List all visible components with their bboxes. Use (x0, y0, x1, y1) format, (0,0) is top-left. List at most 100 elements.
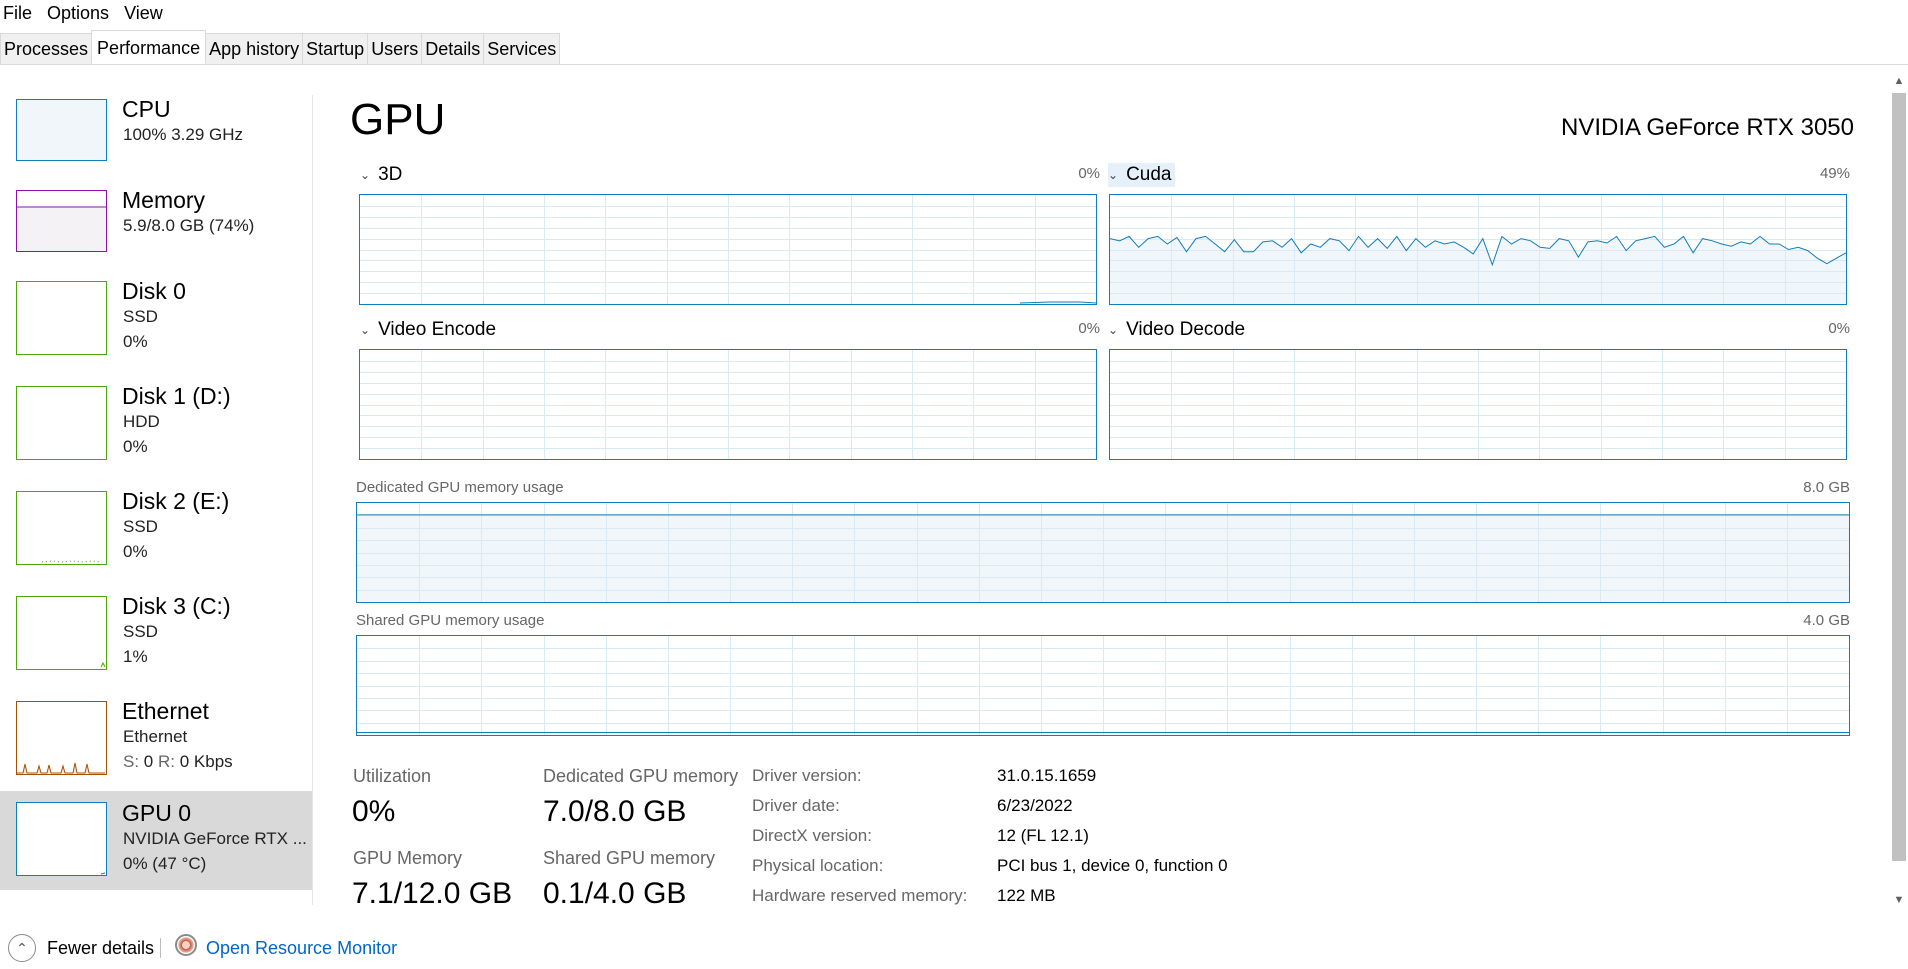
sidebar-item-title: Disk 0 (122, 278, 186, 304)
engine-name: Video Encode (378, 319, 497, 340)
engine-graph-video-decode (1109, 349, 1847, 460)
hardware-reserved-memory-value: 122 MB (997, 886, 1056, 905)
sidebar-item-title: Disk 1 (D:) (122, 383, 231, 409)
dedicated-memory-usage-label: Dedicated GPU memory usage (356, 479, 564, 496)
sidebar-item-disk-2[interactable]: Disk 2 (E:) SSD 0% (0, 487, 312, 593)
menu-view[interactable]: View (121, 0, 168, 27)
sidebar-item-detail: 100% 3.29 GHz (123, 125, 244, 144)
dedicated-gpu-memory-label: Dedicated GPU memory (543, 766, 739, 786)
tab-users[interactable]: Users (367, 33, 423, 64)
directx-version-label: DirectX version: (752, 826, 872, 845)
resource-sidebar: CPU 100% 3.29 GHz Memory 5.9/8.0 GB (74%… (0, 95, 312, 905)
ethernet-thumbnail-graph (16, 701, 107, 775)
sidebar-item-title: GPU 0 (122, 800, 192, 826)
gpu-memory-value: 7.1/12.0 GB (352, 877, 513, 910)
driver-date-label: Driver date: (752, 796, 840, 815)
engine-selector-cuda[interactable]: ⌄ Cuda (1108, 163, 1176, 187)
chevron-up-icon[interactable]: ⌃ (8, 934, 36, 962)
shared-memory-graph (356, 635, 1850, 736)
send-value: 0 (143, 752, 154, 771)
menu-file[interactable]: File (0, 0, 37, 27)
sidebar-item-title: Ethernet (122, 698, 209, 724)
scrollbar-thumb[interactable] (1892, 93, 1906, 861)
disk-3-thumbnail-graph (16, 596, 107, 670)
receive-label: R: (158, 752, 175, 771)
engine-percent-3d: 0% (1078, 165, 1100, 182)
sidebar-item-detail: NVIDIA GeForce RTX ... (123, 829, 307, 848)
tab-performance[interactable]: Performance (91, 30, 207, 63)
gpu-model-name: NVIDIA GeForce RTX 3050 (1560, 114, 1854, 141)
receive-value: 0 Kbps (179, 752, 233, 771)
cpu-thumbnail-graph (16, 99, 107, 161)
sidebar-item-title: Disk 3 (C:) (122, 593, 231, 619)
sidebar-item-disk-0[interactable]: Disk 0 SSD 0% (0, 277, 312, 383)
hardware-reserved-memory-label: Hardware reserved memory: (752, 886, 968, 905)
resource-monitor-icon[interactable] (175, 934, 197, 956)
sidebar-item-usage: 0% (123, 332, 148, 351)
sidebar-item-detail: 5.9/8.0 GB (74%) (123, 216, 255, 235)
sidebar-item-ethernet[interactable]: Ethernet Ethernet S: 0 R: 0 Kbps (0, 697, 312, 803)
shared-gpu-memory-label: Shared GPU memory (543, 848, 716, 868)
directx-version-value: 12 (FL 12.1) (997, 826, 1089, 845)
sidebar-item-throughput: S: 0 R: 0 Kbps (123, 751, 233, 773)
gpu-0-thumbnail-graph (16, 802, 107, 876)
sidebar-item-detail: SSD (123, 622, 158, 641)
page-title: GPU (350, 95, 446, 144)
physical-location-value: PCI bus 1, device 0, function 0 (997, 856, 1228, 875)
tab-app-history[interactable]: App history (205, 33, 304, 64)
disk-1-thumbnail-graph (16, 386, 107, 460)
sidebar-item-title: Disk 2 (E:) (122, 488, 230, 514)
utilization-value: 0% (352, 795, 396, 828)
sidebar-item-usage: 0% (123, 542, 148, 561)
driver-version-label: Driver version: (752, 766, 862, 785)
chevron-down-icon: ⌄ (360, 323, 371, 337)
engine-percent-video-encode: 0% (1078, 320, 1100, 337)
driver-date-value: 6/23/2022 (997, 796, 1073, 815)
sidebar-item-usage: 0% (123, 437, 148, 456)
dedicated-gpu-memory-value: 7.0/8.0 GB (543, 795, 687, 828)
physical-location-label: Physical location: (752, 856, 884, 875)
engine-name: Cuda (1126, 164, 1172, 185)
engine-graph-video-encode (359, 349, 1097, 460)
vertical-scrollbar[interactable]: ▲ ▼ (1890, 73, 1908, 909)
engine-selector-3d[interactable]: ⌄ 3D (360, 163, 402, 187)
footer-divider (160, 938, 161, 958)
tab-services[interactable]: Services (483, 33, 561, 64)
sidebar-divider (312, 95, 313, 905)
chevron-down-icon: ⌄ (1108, 323, 1119, 337)
shared-memory-max: 4.0 GB (1803, 612, 1850, 629)
send-label: S: (123, 752, 140, 771)
sidebar-item-usage: 0% (47 °C) (123, 854, 207, 873)
utilization-label: Utilization (353, 766, 432, 786)
sidebar-item-detail: HDD (123, 412, 160, 431)
engine-percent-cuda: 49% (1819, 165, 1850, 182)
tab-details[interactable]: Details (421, 33, 485, 64)
3d-usage-line (1019, 301, 1096, 304)
fewer-details-link[interactable]: Fewer details (47, 937, 154, 959)
dedicated-memory-max: 8.0 GB (1803, 479, 1850, 496)
engine-name: Video Decode (1126, 319, 1246, 340)
tab-processes[interactable]: Processes (0, 33, 93, 64)
dedicated-memory-graph (356, 502, 1850, 603)
scroll-down-icon[interactable]: ▼ (1890, 892, 1908, 909)
engine-name: 3D (378, 164, 403, 185)
sidebar-item-usage: 1% (123, 647, 148, 666)
sidebar-item-gpu-0[interactable]: GPU 0 NVIDIA GeForce RTX ... 0% (47 °C) (0, 791, 312, 890)
open-resource-monitor-link[interactable]: Open Resource Monitor (206, 937, 397, 959)
sidebar-item-title: Memory (122, 187, 206, 213)
sidebar-item-detail: Ethernet (123, 727, 188, 746)
sidebar-item-disk-3[interactable]: Disk 3 (C:) SSD 1% (0, 592, 312, 698)
tab-startup[interactable]: Startup (302, 33, 369, 64)
menu-options[interactable]: Options (44, 0, 114, 27)
sidebar-item-disk-1[interactable]: Disk 1 (D:) HDD 0% (0, 382, 312, 488)
scroll-up-icon[interactable]: ▲ (1890, 73, 1908, 90)
gpu-memory-label: GPU Memory (353, 848, 463, 868)
engine-percent-video-decode: 0% (1828, 320, 1850, 337)
engine-selector-video-encode[interactable]: ⌄ Video Encode (360, 318, 496, 342)
shared-memory-usage-label: Shared GPU memory usage (356, 612, 545, 629)
engine-selector-video-decode[interactable]: ⌄ Video Decode (1108, 318, 1245, 342)
sidebar-item-detail: SSD (123, 517, 158, 536)
chevron-down-icon: ⌄ (1108, 168, 1119, 182)
sidebar-item-title: CPU (122, 96, 171, 122)
memory-thumbnail-graph (16, 190, 107, 252)
